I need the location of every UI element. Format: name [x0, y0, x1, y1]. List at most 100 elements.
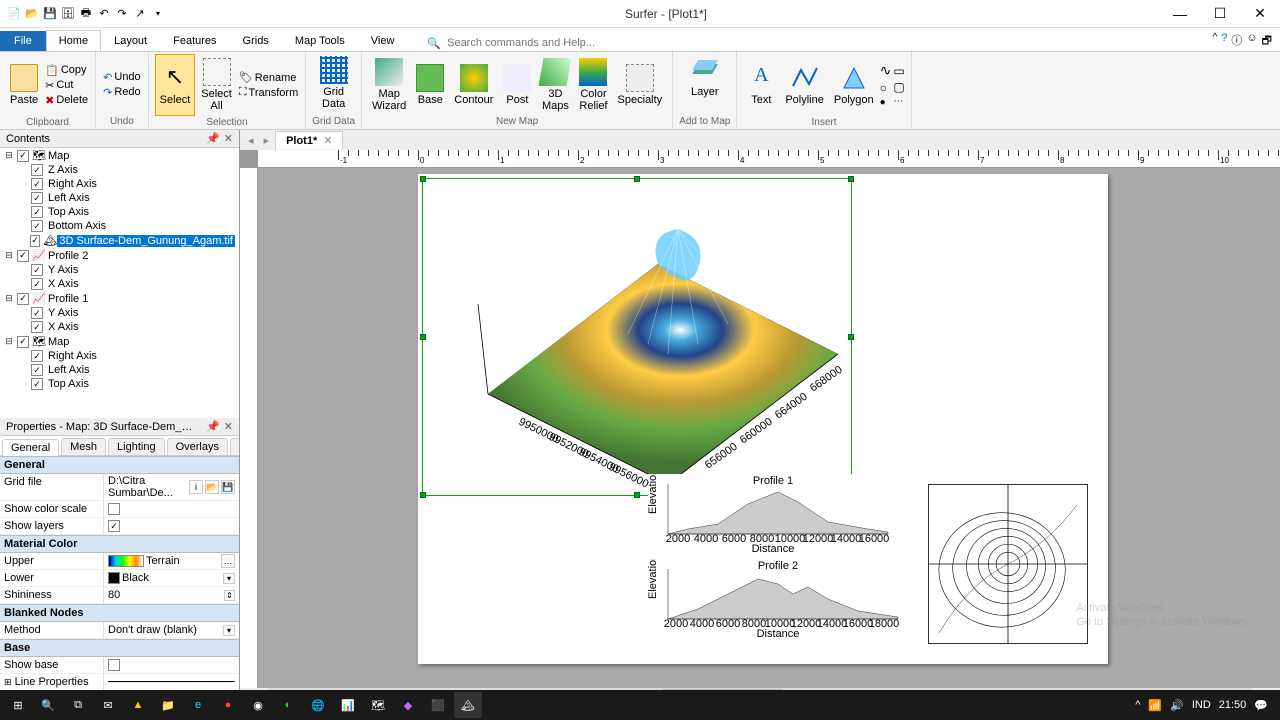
- close-panel-icon[interactable]: ✕: [224, 132, 233, 145]
- taskview-icon[interactable]: ⧉: [64, 692, 92, 718]
- tree-label[interactable]: Top Axis: [46, 206, 91, 218]
- method-dropdown[interactable]: ▾: [223, 625, 235, 636]
- qat-saveall-icon[interactable]: 🗄: [60, 6, 76, 22]
- grid-data-button[interactable]: Grid Data: [312, 54, 355, 112]
- minimize-button[interactable]: —: [1160, 0, 1200, 28]
- layer-button[interactable]: Layer: [679, 54, 730, 100]
- delete-button[interactable]: ✖Delete: [44, 93, 89, 108]
- tree-item[interactable]: Top Axis: [0, 205, 239, 219]
- tree-checkbox[interactable]: [17, 150, 29, 162]
- qat-new-icon[interactable]: 📄: [6, 6, 22, 22]
- map-wizard-button[interactable]: Map Wizard: [368, 54, 410, 115]
- rect-icon[interactable]: ▭: [893, 64, 904, 78]
- tree-label[interactable]: Left Axis: [46, 192, 92, 204]
- tree-item[interactable]: ⊟📈Profile 1: [0, 291, 239, 306]
- tree-checkbox[interactable]: [17, 293, 29, 305]
- doc-tab[interactable]: Plot1* ✕: [275, 131, 343, 149]
- text-button[interactable]: AText: [743, 54, 779, 116]
- upper-more-icon[interactable]: …: [221, 554, 235, 568]
- show-layers-checkbox[interactable]: [108, 520, 120, 532]
- undo-button[interactable]: ↶Undo: [102, 70, 142, 85]
- props-tab-overlays[interactable]: Overlays: [167, 438, 228, 455]
- profile-1[interactable]: Profile 1 Elevation Distance 20004000600…: [648, 474, 898, 554]
- tree-item[interactable]: ⊟📈Profile 2: [0, 248, 239, 263]
- qat-save-icon[interactable]: 💾: [42, 6, 58, 22]
- grid-file-open-icon[interactable]: 📂: [205, 480, 219, 494]
- tree-item[interactable]: Left Axis: [0, 363, 239, 377]
- app2-icon[interactable]: ●: [214, 692, 242, 718]
- tray-network-icon[interactable]: 📶: [1148, 699, 1162, 712]
- tree-item[interactable]: Z Axis: [0, 163, 239, 177]
- tree-checkbox[interactable]: [31, 220, 43, 232]
- app5-icon[interactable]: 📊: [334, 692, 362, 718]
- pin-icon[interactable]: 📌: [206, 420, 220, 433]
- tree-label[interactable]: Profile 2: [46, 250, 90, 262]
- tree-item[interactable]: Y Axis: [0, 263, 239, 277]
- lower-dropdown[interactable]: ▾: [223, 573, 235, 584]
- tree-checkbox[interactable]: [31, 206, 43, 218]
- tree-checkbox[interactable]: [31, 364, 43, 376]
- tree-label[interactable]: Left Axis: [46, 364, 92, 376]
- tree-item[interactable]: ⊟🗺Map: [0, 334, 239, 349]
- rename-button[interactable]: 🏷Rename: [238, 70, 299, 85]
- app4-icon[interactable]: 🌐: [304, 692, 332, 718]
- explorer-icon[interactable]: 📁: [154, 692, 182, 718]
- shininess-spinner[interactable]: ⇕: [224, 590, 235, 601]
- props-tab-mesh[interactable]: Mesh: [61, 438, 106, 455]
- doc-tab-next[interactable]: ▸: [260, 134, 274, 147]
- tab-maptools[interactable]: Map Tools: [282, 30, 358, 51]
- tree-checkbox[interactable]: [17, 336, 29, 348]
- tree-checkbox[interactable]: [17, 250, 29, 262]
- tree-checkbox[interactable]: [31, 350, 43, 362]
- props-tab-lighting[interactable]: Lighting: [108, 438, 165, 455]
- select-button[interactable]: ↖ Select: [155, 54, 196, 116]
- canvas[interactable]: 9950000 9952000 9954000 9956000 656000 6…: [258, 168, 1280, 688]
- tab-home[interactable]: Home: [46, 30, 101, 51]
- post-button[interactable]: Post: [499, 54, 535, 115]
- props-tab-general[interactable]: General: [2, 439, 59, 456]
- spline-icon[interactable]: ∿: [880, 62, 892, 79]
- contour-map[interactable]: [928, 484, 1088, 644]
- edge-icon[interactable]: e: [184, 692, 212, 718]
- point-icon[interactable]: ●: [880, 97, 892, 108]
- tree-label[interactable]: Map: [46, 150, 71, 162]
- qat-arrow-icon[interactable]: ↗: [132, 6, 148, 22]
- lower-swatch[interactable]: [108, 572, 120, 584]
- restore-icon[interactable]: 🗗: [1262, 32, 1272, 51]
- upper-swatch[interactable]: [108, 555, 144, 567]
- qat-more-icon[interactable]: ▾: [150, 6, 166, 22]
- select-all-button[interactable]: Select All: [197, 54, 236, 116]
- tree-checkbox[interactable]: [31, 264, 43, 276]
- close-panel-icon[interactable]: ✕: [224, 420, 233, 433]
- tree-label[interactable]: Y Axis: [46, 307, 80, 319]
- base-button[interactable]: Base: [412, 54, 448, 115]
- specialty-button[interactable]: Specialty: [614, 54, 667, 115]
- maximize-button[interactable]: ☐: [1200, 0, 1240, 28]
- ellipse-icon[interactable]: ○: [880, 81, 892, 95]
- tree-label[interactable]: X Axis: [46, 278, 81, 290]
- more-shapes-icon[interactable]: ⋯: [893, 96, 904, 107]
- tree-checkbox[interactable]: [31, 378, 43, 390]
- tree-item[interactable]: Y Axis: [0, 306, 239, 320]
- maps3d-button[interactable]: 3D Maps: [537, 54, 573, 115]
- tree-label[interactable]: Y Axis: [46, 264, 80, 276]
- terrain-3d-surface[interactable]: 9950000 9952000 9954000 9956000 656000 6…: [448, 214, 858, 494]
- doc-tab-prev[interactable]: ◂: [244, 134, 258, 147]
- tree-checkbox[interactable]: [30, 235, 41, 247]
- tray-sound-icon[interactable]: 🔊: [1170, 699, 1184, 712]
- tree-label[interactable]: X Axis: [46, 321, 81, 333]
- close-button[interactable]: ✕: [1240, 0, 1280, 28]
- props-tab-info[interactable]: Info: [230, 438, 239, 455]
- rrect-icon[interactable]: ▢: [893, 80, 904, 94]
- profile-2[interactable]: Profile 2 Elevation Distance 20004000600…: [648, 559, 908, 639]
- tab-features[interactable]: Features: [160, 30, 229, 51]
- cut-button[interactable]: ✂Cut: [44, 78, 89, 93]
- tree-item[interactable]: Left Axis: [0, 191, 239, 205]
- search-taskbar-icon[interactable]: 🔍: [34, 692, 62, 718]
- tree-checkbox[interactable]: [31, 321, 43, 333]
- qat-print-icon[interactable]: 🖶: [78, 6, 94, 22]
- tree-item[interactable]: X Axis: [0, 320, 239, 334]
- close-doc-icon[interactable]: ✕: [323, 134, 332, 147]
- mail-icon[interactable]: ✉: [94, 692, 122, 718]
- search-input[interactable]: [445, 35, 645, 51]
